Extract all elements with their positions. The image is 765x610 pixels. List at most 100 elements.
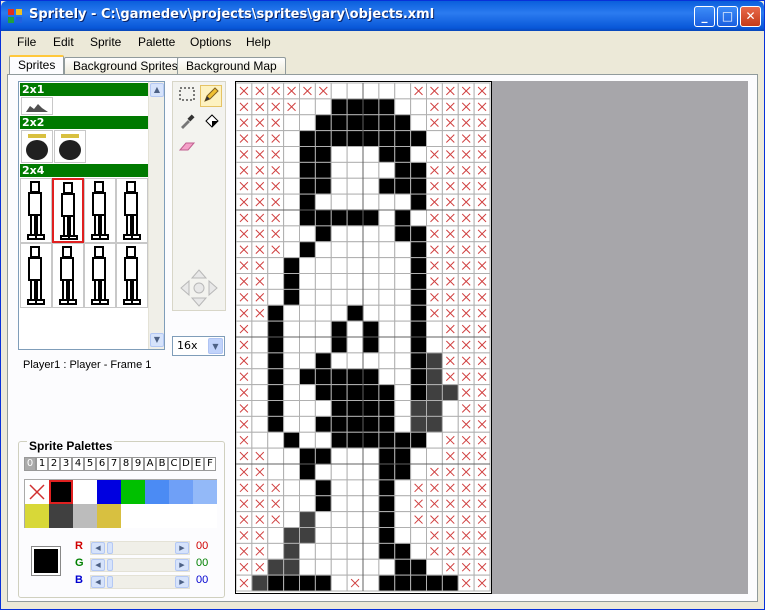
pixel-cell[interactable] [251,336,269,354]
menu-palette[interactable]: Palette [138,35,175,49]
pixel-cell[interactable] [346,400,364,417]
pixel-cell[interactable] [283,558,300,576]
pixel-cell[interactable] [362,257,380,274]
pixel-cell[interactable] [410,161,428,179]
pixel-cell[interactable] [394,479,412,497]
pixel-cell[interactable] [410,241,428,259]
pixel-cell[interactable] [394,495,412,513]
palette-tab-b[interactable]: B [156,457,168,471]
pixel-cell[interactable] [426,574,443,592]
pixel-cell[interactable] [314,304,332,322]
close-button[interactable]: ✕ [740,6,761,27]
pixel-cell[interactable] [314,130,332,147]
sprite-thumbnail[interactable] [116,243,148,308]
palette-swatch[interactable] [193,504,217,528]
pixel-cell[interactable] [314,495,332,513]
pixel-cell[interactable] [299,304,316,322]
pixel-cell[interactable] [330,463,348,481]
pixel-cell[interactable] [267,542,285,560]
pixel-cell[interactable] [410,177,428,195]
pixel-cell[interactable] [410,415,428,433]
pixel-cell[interactable] [283,479,300,497]
pixel-cell[interactable] [394,241,412,259]
pixel-cell[interactable] [362,98,380,116]
sprite-thumbnail[interactable] [54,130,86,163]
pixel-cell[interactable] [362,558,380,576]
move-arrows-icon[interactable] [179,268,219,308]
pixel-cell[interactable] [426,368,443,386]
pixel-cell[interactable] [410,574,428,592]
pixel-cell[interactable] [299,209,316,227]
sprite-thumbnail[interactable] [20,243,52,308]
pixel-cell[interactable] [410,368,428,386]
sprite-list-scrollbar[interactable]: ▲ ▼ [148,82,164,349]
palette-tab-0[interactable]: 0 [24,457,36,471]
pixel-cell[interactable] [394,82,412,100]
pixel-cell[interactable] [346,241,364,259]
pixel-cell[interactable] [378,130,396,147]
pencil-icon[interactable] [200,85,222,107]
pixel-cell[interactable] [378,257,396,274]
pixel-cell[interactable] [441,400,459,417]
menu-help[interactable]: Help [246,35,271,49]
channel-slider-g[interactable]: ◀ ▶ [90,558,190,572]
pixel-cell[interactable] [283,225,300,243]
pixel-cell[interactable] [362,177,380,195]
pixel-cell[interactable] [378,193,396,211]
pixel-cell[interactable] [362,225,380,243]
pixel-cell[interactable] [346,161,364,179]
palette-swatch[interactable] [193,480,217,504]
pixel-cell[interactable] [346,225,364,243]
palette-tab-1[interactable]: 1 [36,457,48,471]
pixel-cell[interactable] [362,114,380,132]
pixel-cell[interactable] [283,352,300,370]
pixel-cell[interactable] [378,114,396,132]
pixel-cell[interactable] [330,241,348,259]
pixel-cell[interactable] [299,415,316,433]
pixel-cell[interactable] [362,400,380,417]
pixel-cell[interactable] [314,447,332,465]
palette-swatch[interactable] [49,480,73,504]
zoom-select[interactable]: 16x ▼ [172,336,225,356]
pixel-cell[interactable] [394,193,412,211]
pixel-cell[interactable] [330,225,348,243]
palette-swatch[interactable] [49,504,73,528]
pixel-cell[interactable] [346,558,364,576]
pixel-cell[interactable] [362,542,380,560]
pixel-cell[interactable] [251,384,269,402]
minimize-button[interactable]: _ [694,6,715,27]
pixel-cell[interactable] [441,415,459,433]
pixel-cell[interactable] [283,273,300,290]
pixel-cell[interactable] [378,368,396,386]
tab-sprites[interactable]: Sprites [9,55,65,75]
pixel-cell[interactable] [362,320,380,338]
pixel-cell[interactable] [378,384,396,402]
scroll-right-button[interactable]: ▶ [175,542,189,554]
pixel-cell[interactable] [283,161,300,179]
pixel-cell[interactable] [410,336,428,354]
pixel-cell[interactable] [314,527,332,544]
pixel-cell[interactable] [362,415,380,433]
eyedropper-icon[interactable] [176,113,198,135]
pixel-cell[interactable] [314,352,332,370]
pixel-cell[interactable] [314,511,332,529]
pixel-cell[interactable] [346,431,364,449]
pixel-cell[interactable] [378,400,396,417]
pixel-cell[interactable] [267,352,285,370]
tab-background-sprites[interactable]: Background Sprites [64,57,187,75]
pixel-cell[interactable] [299,542,316,560]
pixel-cell[interactable] [346,479,364,497]
pixel-cell[interactable] [283,447,300,465]
channel-slider-r[interactable]: ◀ ▶ [90,541,190,555]
pixel-cell[interactable] [362,209,380,227]
pixel-cell[interactable] [267,368,285,386]
pixel-cell[interactable] [267,463,285,481]
palette-swatch[interactable] [25,504,49,528]
palette-swatch[interactable] [145,480,169,504]
scroll-right-button[interactable]: ▶ [175,559,189,571]
sprite-thumbnail[interactable] [52,243,84,308]
pixel-cell[interactable] [394,511,412,529]
pixel-cell[interactable] [314,114,332,132]
pixel-cell[interactable] [410,273,428,290]
pixel-cell[interactable] [330,479,348,497]
